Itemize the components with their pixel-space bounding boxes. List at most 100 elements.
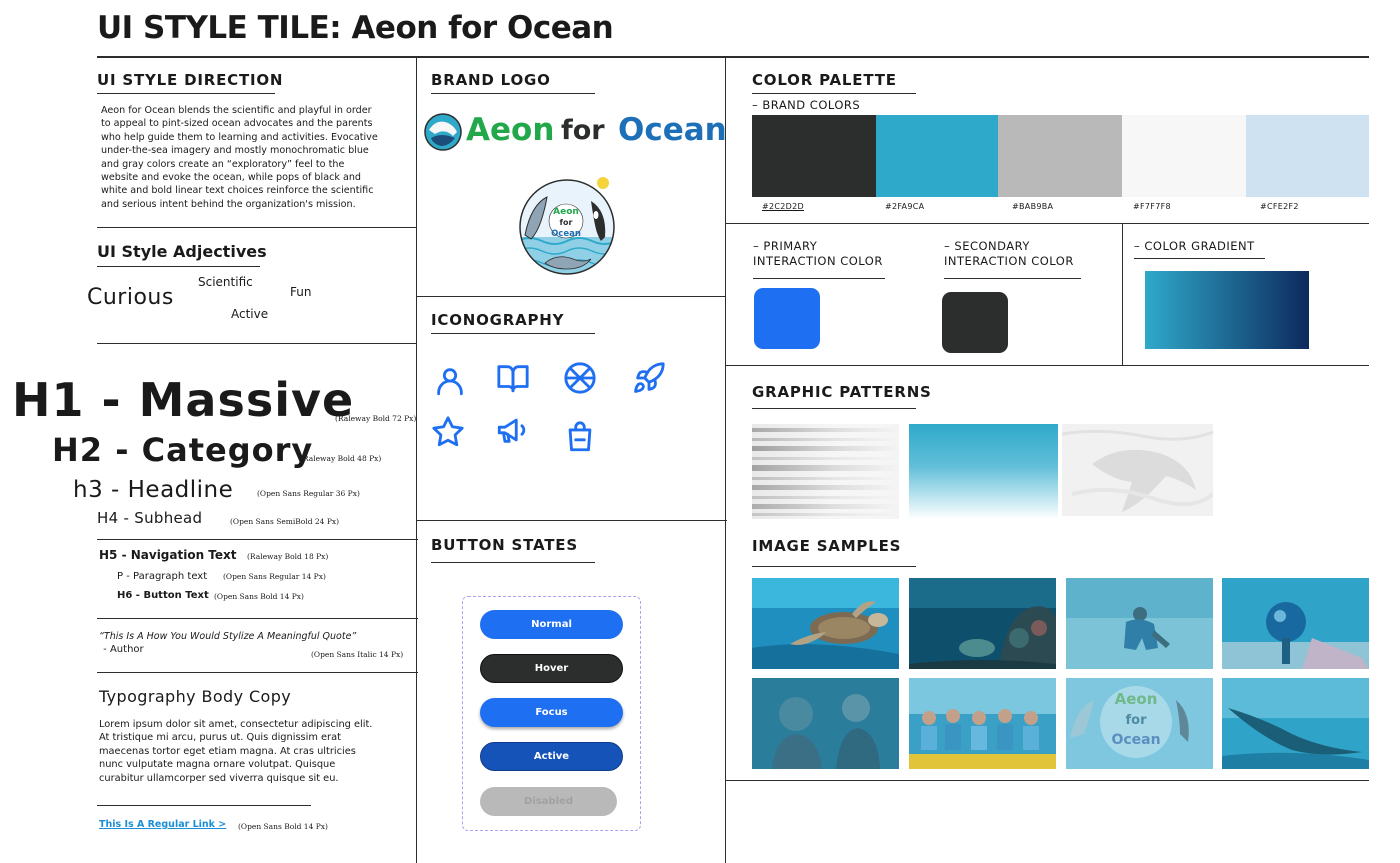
h6-note: (Open Sans Bold 14 Px) bbox=[214, 592, 304, 601]
user-icon bbox=[433, 364, 467, 398]
brand-colors-label: – BRAND COLORS bbox=[752, 98, 861, 112]
book-icon bbox=[496, 361, 530, 395]
quote-sample: “This Is A How You Would Stylize A Meani… bbox=[99, 631, 357, 642]
style-direction-text: Aeon for Ocean blends the scientific and… bbox=[101, 104, 401, 211]
megaphone-icon bbox=[495, 413, 529, 447]
star-icon bbox=[431, 415, 465, 449]
sample-image-beach bbox=[1066, 578, 1213, 669]
h5-sample: H5 - Navigation Text bbox=[99, 548, 237, 562]
swatch-color-2 bbox=[876, 115, 998, 197]
sample-image-whale bbox=[1222, 678, 1369, 769]
color-gradient-label: – COLOR GRADIENT bbox=[1134, 239, 1255, 253]
color-gradient-swatch bbox=[1145, 271, 1309, 349]
heading-underline bbox=[431, 93, 595, 94]
swatch-color-3 bbox=[998, 115, 1122, 197]
body-copy-heading: Typography Body Copy bbox=[99, 687, 292, 706]
heading-underline bbox=[97, 266, 260, 267]
divider bbox=[97, 227, 416, 228]
sample-image-logo-wash: Aeon for Ocean bbox=[1066, 678, 1213, 769]
hover-button[interactable]: Hover bbox=[480, 654, 623, 683]
page-title: UI STYLE TILE: Aeon for Ocean bbox=[97, 10, 614, 46]
heading-underline bbox=[753, 278, 885, 279]
text-line: under-the-sea imagery and mostly monochr… bbox=[101, 145, 369, 157]
h3-note: (Open Sans Regular 36 Px) bbox=[257, 489, 360, 498]
divider bbox=[97, 539, 418, 540]
divider bbox=[725, 365, 1369, 366]
h4-note: (Open Sans SemiBold 24 Px) bbox=[230, 517, 340, 526]
adjective-scientific: Scientific bbox=[198, 275, 253, 289]
paragraph-note: (Open Sans Regular 14 Px) bbox=[223, 572, 326, 581]
badge-logo bbox=[517, 175, 617, 279]
globe-logo-icon bbox=[423, 112, 463, 152]
label-line: – PRIMARY bbox=[753, 239, 818, 253]
primary-interaction-swatch bbox=[754, 288, 820, 349]
sample-image-reef bbox=[909, 578, 1056, 669]
image-samples-heading: IMAGE SAMPLES bbox=[752, 537, 902, 555]
shopping-bag-icon bbox=[563, 420, 597, 454]
badge-word-ocean: Ocean bbox=[551, 229, 581, 239]
label-line: – SECONDARY bbox=[944, 239, 1030, 253]
logo-word-aeon: Aeon bbox=[466, 112, 555, 148]
top-divider bbox=[97, 56, 1369, 58]
h4-sample: H4 - Subhead bbox=[97, 509, 203, 527]
swatch-color-4 bbox=[1122, 115, 1246, 197]
sample-image-turtle bbox=[752, 578, 899, 669]
hex-label: #CFE2F2 bbox=[1260, 202, 1299, 211]
logo-word-ocean: Ocean bbox=[618, 112, 727, 148]
text-line: white and bold linear text choices reinf… bbox=[101, 185, 374, 197]
primary-interaction-label: – PRIMARY INTERACTION COLOR bbox=[753, 239, 883, 269]
hex-label: #2FA9CA bbox=[885, 202, 925, 211]
adjective-fun: Fun bbox=[290, 285, 312, 299]
text-line: maecenas tortor eget etiam magna. At cra… bbox=[99, 745, 356, 757]
heading-underline bbox=[97, 93, 275, 94]
iconography-heading: ICONOGRAPHY bbox=[431, 311, 565, 329]
active-button[interactable]: Active bbox=[480, 742, 623, 771]
hex-label: #2C2D2D bbox=[762, 202, 804, 211]
graphic-patterns-heading: GRAPHIC PATTERNS bbox=[752, 383, 932, 401]
divider bbox=[416, 296, 725, 297]
text-line: who help guide them to learning and acti… bbox=[101, 131, 378, 143]
h2-sample: H2 - Category bbox=[52, 431, 314, 469]
label-line: INTERACTION COLOR bbox=[753, 254, 883, 268]
text-line: At tristique mi arcu, purus ut. Quis dig… bbox=[99, 732, 341, 744]
quote-note: (Open Sans Italic 14 Px) bbox=[311, 650, 404, 659]
text-line: and gray colors create an “exploratory” … bbox=[101, 158, 345, 170]
h1-note: (Raleway Bold 72 Px) bbox=[335, 414, 417, 423]
pattern-dolphin bbox=[1062, 424, 1213, 516]
adjective-curious: Curious bbox=[87, 285, 174, 310]
heading-underline bbox=[431, 562, 595, 563]
sample-image-robot bbox=[1222, 578, 1369, 669]
svg-text:Ocean: Ocean bbox=[1111, 732, 1160, 748]
pattern-lines bbox=[752, 424, 899, 519]
button-states-heading: BUTTON STATES bbox=[431, 536, 578, 554]
focus-button[interactable]: Focus bbox=[480, 698, 623, 727]
regular-link[interactable]: This Is A Regular Link > bbox=[99, 819, 226, 830]
heading-underline bbox=[752, 93, 916, 94]
hex-label: #F7F7F8 bbox=[1133, 202, 1171, 211]
pattern-blue-gradient bbox=[909, 424, 1058, 519]
disabled-button: Disabled bbox=[480, 787, 617, 816]
h3-sample: h3 - Headline bbox=[73, 477, 234, 503]
h5-note: (Raleway Bold 18 Px) bbox=[247, 552, 329, 561]
divider bbox=[97, 672, 418, 673]
divider bbox=[97, 618, 418, 619]
svg-text:Aeon: Aeon bbox=[1115, 690, 1158, 708]
basketball-icon bbox=[563, 361, 597, 395]
sample-image-group bbox=[909, 678, 1056, 769]
heading-underline bbox=[752, 408, 916, 409]
badge-word-for: for bbox=[559, 218, 573, 227]
h1-sample: H1 - Massive bbox=[12, 373, 355, 427]
divider bbox=[97, 343, 416, 344]
logo-word-for: for bbox=[561, 115, 605, 146]
normal-button[interactable]: Normal bbox=[480, 610, 623, 639]
link-note: (Open Sans Bold 14 Px) bbox=[238, 822, 328, 831]
adjective-active: Active bbox=[231, 307, 269, 321]
heading-underline bbox=[431, 333, 595, 334]
h2-note: (Raleway Bold 48 Px) bbox=[300, 454, 382, 463]
divider bbox=[725, 223, 1369, 224]
text-line: Lorem ipsum dolor sit amet, consectetur … bbox=[99, 719, 373, 730]
secondary-interaction-label: – SECONDARY INTERACTION COLOR bbox=[944, 239, 1074, 269]
adjectives-heading: UI Style Adjectives bbox=[97, 242, 267, 261]
paragraph-sample: P - Paragraph text bbox=[117, 571, 208, 582]
secondary-interaction-swatch bbox=[942, 292, 1008, 353]
